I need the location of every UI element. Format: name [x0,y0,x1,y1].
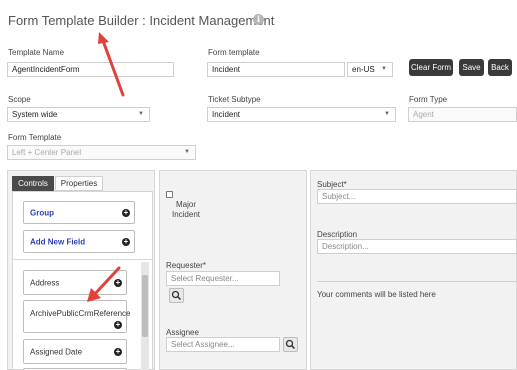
comments-placeholder-text: Your comments will be listed here [317,290,436,299]
form-template-layout-value: Left + Center Panel [12,148,82,157]
search-icon [171,290,182,301]
assignee-input[interactable]: Select Assignee... [166,337,280,352]
description-input[interactable]: Description... [317,239,517,254]
form-template-layout-select: Left + Center Panel ▼ [7,145,196,160]
plus-circle-icon[interactable]: + [114,348,122,356]
scrollbar-thumb[interactable] [142,275,148,337]
ticket-subtype-select[interactable]: Incident ▼ [207,107,396,122]
locale-value: en-US [352,65,375,74]
template-name-label: Template Name [8,48,65,57]
divider [317,281,517,282]
tab-properties[interactable]: Properties [55,176,103,191]
chevron-down-icon: ▼ [138,111,144,117]
assignee-search-button[interactable] [283,337,298,352]
major-incident-label: Major Incident [171,200,201,219]
requester-input[interactable]: Select Requester... [166,271,280,286]
description-label: Description [317,230,358,239]
plus-circle-icon[interactable]: + [122,209,130,217]
major-incident-checkbox[interactable] [166,191,173,198]
annotation-arrow-icon [96,32,136,100]
locale-select[interactable]: en-US ▼ [347,62,393,77]
chevron-down-icon: ▼ [184,149,190,155]
ticket-subtype-value: Incident [212,110,241,119]
scope-select[interactable]: System wide ▼ [7,107,150,122]
save-button[interactable]: Save [459,59,484,76]
back-button[interactable]: Back [488,59,512,76]
annotation-arrow-icon [85,264,125,304]
template-name-input[interactable]: AgentIncidentForm [7,62,174,77]
divider [12,259,153,260]
form-type-input: Agent [408,107,517,122]
add-new-field-label: Add New Field [30,237,86,246]
plus-circle-icon[interactable]: + [122,238,130,246]
subject-label: Subject* [317,180,347,189]
info-icon[interactable]: i [253,14,264,25]
assigned-date-control-label: Assigned Date [30,347,83,356]
group-control[interactable]: Group + [23,201,135,224]
group-control-label: Group [30,208,54,217]
plus-circle-icon[interactable]: + [114,321,122,329]
subject-input[interactable]: Subject... [317,189,517,204]
scope-label: Scope [8,95,31,104]
form-template-layout-label: Form Template [8,133,62,142]
archive-crm-reference-label: ArchivePublicCrmReference [30,309,131,318]
form-template-label: Form template [208,48,260,57]
add-new-field-control[interactable]: Add New Field + [23,230,135,253]
form-type-label: Form Type [409,95,448,104]
tab-controls[interactable]: Controls [12,176,54,191]
chevron-down-icon: ▼ [381,66,387,72]
ticket-subtype-label: Ticket Subtype [208,95,261,104]
list-item[interactable]: Assigned Date + [23,339,127,364]
address-control-label: Address [30,278,60,287]
list-item[interactable]: ArchivePublicCrmReference + [23,300,131,333]
page-title: Form Template Builder : Incident Managem… [8,13,275,28]
clear-form-button[interactable]: Clear Form [409,59,453,76]
form-template-input[interactable]: Incident [207,62,345,77]
assignee-label: Assignee [166,328,199,337]
scope-value: System wide [12,110,58,119]
requester-label: Requester* [166,261,207,270]
requester-search-button[interactable] [169,288,184,303]
search-icon [285,339,296,350]
chevron-down-icon: ▼ [384,111,390,117]
